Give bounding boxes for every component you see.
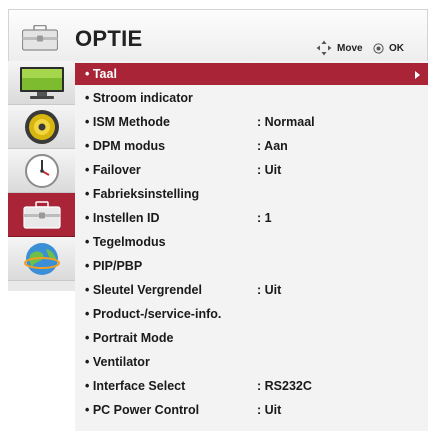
option-menu-list: • Taal • Stroom indicator • ISM Methode …	[75, 61, 428, 431]
menu-item-value: : Uit	[257, 283, 282, 297]
menu-item-label: • Taal	[85, 67, 117, 81]
category-time[interactable]	[8, 149, 75, 193]
menu-item-label: • Ventilator	[85, 355, 150, 369]
menu-item-value: : Aan	[257, 139, 288, 153]
move-hint-label: Move	[337, 42, 363, 54]
menu-item-value: : Uit	[257, 163, 282, 177]
menu-item-value: : RS232C	[257, 379, 312, 393]
clock-icon	[24, 153, 59, 188]
ok-hint-label: OK	[389, 42, 404, 54]
move-hint: Move	[316, 38, 363, 58]
globe-icon	[23, 242, 60, 275]
menu-item-tegelmodus[interactable]: • Tegelmodus	[75, 231, 428, 253]
menu-item-stroom-indicator[interactable]: • Stroom indicator	[75, 87, 428, 109]
menu-item-label: • ISM Methode	[85, 115, 170, 129]
category-network[interactable]	[8, 237, 75, 281]
menu-item-instellen-id[interactable]: • Instellen ID : 1	[75, 207, 428, 229]
menu-item-dpm-modus[interactable]: • DPM modus : Aan	[75, 135, 428, 157]
category-option[interactable]	[8, 193, 75, 237]
menu-item-sleutel-vergrendel[interactable]: • Sleutel Vergrendel : Uit	[75, 279, 428, 301]
menu-item-label: • PIP/PBP	[85, 259, 143, 273]
menu-item-label: • PC Power Control	[85, 403, 200, 417]
chevron-right-icon	[415, 71, 420, 79]
menu-item-value: : Normaal	[257, 115, 315, 129]
menu-item-value: : Uit	[257, 403, 282, 417]
menu-item-label: • Tegelmodus	[85, 235, 166, 249]
ok-button-icon	[373, 42, 384, 54]
menu-item-ventilator[interactable]: • Ventilator	[75, 351, 428, 373]
menu-item-label: • Product-/service-info.	[85, 307, 222, 321]
menu-item-label: • Failover	[85, 163, 141, 177]
navigation-arrows-icon	[316, 40, 332, 56]
menu-item-label: • Sleutel Vergrendel	[85, 283, 202, 297]
menu-item-taal[interactable]: • Taal	[75, 63, 428, 85]
category-audio[interactable]	[8, 105, 75, 149]
category-picture[interactable]	[8, 61, 75, 105]
speaker-icon	[24, 109, 59, 144]
menu-item-label: • Fabrieksinstelling	[85, 187, 200, 201]
menu-item-pc-power-control[interactable]: • PC Power Control : Uit	[75, 399, 428, 421]
toolbox-icon	[22, 25, 58, 51]
menu-item-label: • Portrait Mode	[85, 331, 174, 345]
page-title: OPTIE	[75, 26, 143, 51]
menu-item-product-service-info[interactable]: • Product-/service-info.	[75, 303, 428, 325]
menu-item-fabrieksinstelling[interactable]: • Fabrieksinstelling	[75, 183, 428, 205]
menu-header: OPTIE Move OK	[8, 9, 428, 66]
monitor-icon	[19, 66, 64, 99]
menu-item-label: • Interface Select	[85, 379, 186, 393]
category-sidebar	[8, 61, 76, 291]
menu-item-pip-pbp[interactable]: • PIP/PBP	[75, 255, 428, 277]
menu-item-failover[interactable]: • Failover : Uit	[75, 159, 428, 181]
menu-item-portrait-mode[interactable]: • Portrait Mode	[75, 327, 428, 349]
menu-item-label: • Instellen ID	[85, 211, 160, 225]
menu-item-label: • DPM modus	[85, 139, 166, 153]
toolbox-icon	[22, 200, 61, 229]
menu-item-interface-select[interactable]: • Interface Select : RS232C	[75, 375, 428, 397]
osd-option-menu: OPTIE Move OK • Taal • Stroom indicator …	[0, 0, 431, 431]
menu-item-ism-methode[interactable]: • ISM Methode : Normaal	[75, 111, 428, 133]
menu-item-value: : 1	[257, 211, 272, 225]
menu-item-label: • Stroom indicator	[85, 91, 193, 105]
ok-hint: OK	[373, 38, 404, 58]
